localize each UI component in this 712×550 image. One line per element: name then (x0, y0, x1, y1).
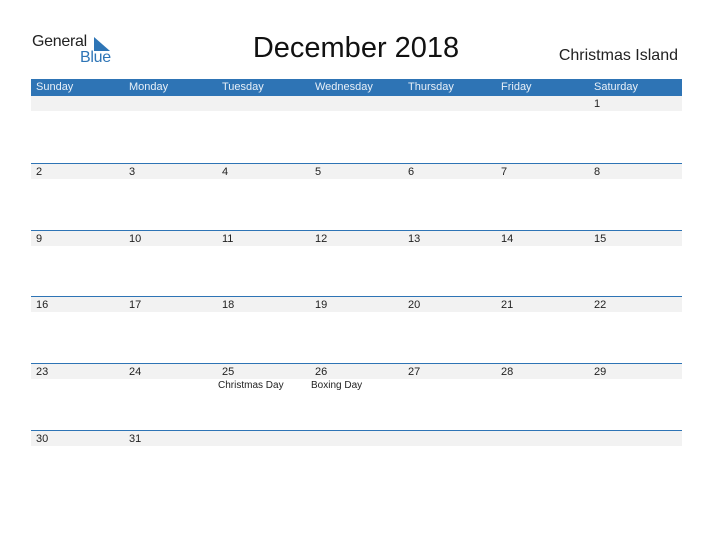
day-number: 14 (501, 233, 514, 245)
day-number: 29 (594, 366, 607, 378)
day-cell (31, 96, 124, 162)
day-number: 15 (594, 233, 607, 245)
day-number: 4 (222, 166, 229, 178)
day-cell: 28 (496, 364, 589, 430)
weekday-header: Sunday Monday Tuesday Wednesday Thursday… (31, 79, 682, 96)
day-number: 7 (501, 166, 508, 178)
day-cell (124, 96, 217, 162)
day-number: 11 (222, 233, 234, 245)
day-cell: 6 (403, 164, 496, 230)
day-number: 8 (594, 166, 601, 178)
day-cell (310, 96, 403, 162)
day-cell (310, 431, 403, 497)
day-cell (217, 431, 310, 497)
day-cell: 9 (31, 231, 124, 297)
day-number: 9 (36, 233, 43, 245)
day-number: 27 (408, 366, 421, 378)
day-number: 22 (594, 299, 607, 311)
day-number: 17 (129, 299, 142, 311)
day-cell: 7 (496, 164, 589, 230)
day-cell: 26 Boxing Day (310, 364, 403, 430)
weekday-saturday: Saturday (594, 81, 639, 93)
week-row: 23 24 25 Christmas Day 26 Boxing Day 27 28 29 (31, 363, 682, 430)
day-cell: 8 (589, 164, 682, 230)
day-cell: 19 (310, 297, 403, 363)
day-cell: 3 (124, 164, 217, 230)
day-number: 10 (129, 233, 142, 245)
day-number: 26 (315, 366, 328, 378)
week-row: 1 (31, 96, 682, 163)
day-cell: 13 (403, 231, 496, 297)
day-number: 20 (408, 299, 421, 311)
day-cell: 17 (124, 297, 217, 363)
day-number: 6 (408, 166, 415, 178)
day-cell (589, 431, 682, 497)
day-cell: 24 (124, 364, 217, 430)
day-cell (496, 431, 589, 497)
day-cell: 10 (124, 231, 217, 297)
day-cell: 11 (217, 231, 310, 297)
day-number: 12 (315, 233, 328, 245)
day-cell: 27 (403, 364, 496, 430)
holiday-label: Christmas Day (218, 380, 284, 391)
day-cell: 21 (496, 297, 589, 363)
day-number: 31 (129, 433, 142, 445)
day-number: 16 (36, 299, 49, 311)
day-number: 28 (501, 366, 514, 378)
day-number: 24 (129, 366, 142, 378)
day-cell: 31 (124, 431, 217, 497)
day-number: 23 (36, 366, 49, 378)
day-cell: 12 (310, 231, 403, 297)
day-cell: 22 (589, 297, 682, 363)
day-number: 18 (222, 299, 235, 311)
weekday-monday: Monday (129, 81, 169, 93)
day-number: 25 (222, 366, 235, 378)
day-cell: 1 (589, 96, 682, 162)
day-number: 3 (129, 166, 136, 178)
day-cell: 23 (31, 364, 124, 430)
day-cell: 4 (217, 164, 310, 230)
day-cell (496, 96, 589, 162)
day-cell (403, 431, 496, 497)
day-cell: 20 (403, 297, 496, 363)
week-row: 16 17 18 19 20 21 22 (31, 296, 682, 363)
week-row: 30 31 (31, 430, 682, 497)
day-cell: 5 (310, 164, 403, 230)
weekday-tuesday: Tuesday (222, 81, 264, 93)
day-cell (403, 96, 496, 162)
weekday-thursday: Thursday (408, 81, 454, 93)
holiday-label: Boxing Day (311, 380, 363, 391)
day-cell (217, 96, 310, 162)
day-cell: 29 (589, 364, 682, 430)
day-number: 1 (594, 98, 601, 110)
day-number: 30 (36, 433, 49, 445)
weekday-sunday: Sunday (36, 81, 74, 93)
day-cell: 15 (589, 231, 682, 297)
day-cell: 16 (31, 297, 124, 363)
country-label: Christmas Island (558, 47, 678, 64)
day-number: 2 (36, 166, 43, 178)
day-cell: 14 (496, 231, 589, 297)
day-cell: 2 (31, 164, 124, 230)
day-number: 21 (501, 299, 514, 311)
day-cell: 30 (31, 431, 124, 497)
weekday-friday: Friday (501, 81, 532, 93)
day-cell: 25 Christmas Day (217, 364, 310, 430)
week-row: 9 10 11 12 13 14 15 (31, 230, 682, 297)
day-number: 5 (315, 166, 322, 178)
day-number: 19 (315, 299, 328, 311)
weekday-wednesday: Wednesday (315, 81, 373, 93)
day-number: 13 (408, 233, 421, 245)
day-cell: 18 (217, 297, 310, 363)
week-row: 2 3 4 5 6 7 8 (31, 163, 682, 230)
